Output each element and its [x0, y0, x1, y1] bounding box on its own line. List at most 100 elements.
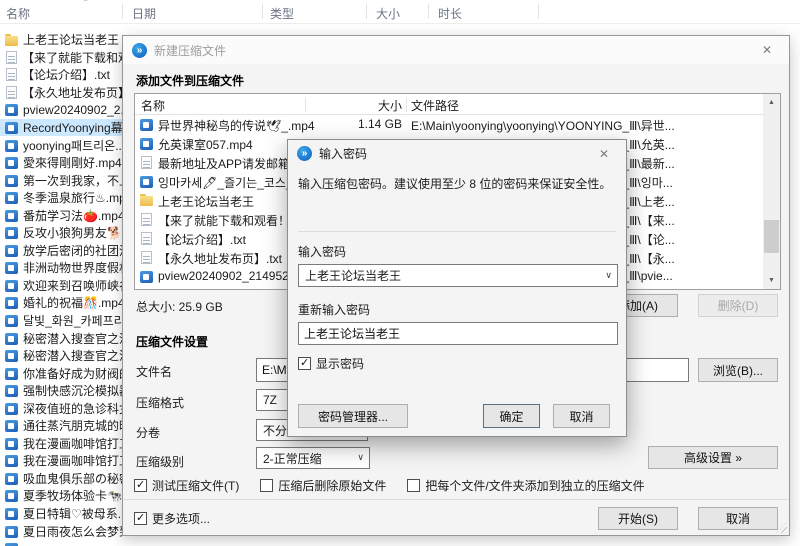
column-header-size[interactable]: 大小: [376, 5, 400, 22]
password-dialog-titlebar[interactable]: 输入密码: [288, 140, 626, 167]
sidebar-file-item[interactable]: 上老王论坛当老王: [0, 31, 122, 49]
scroll-down-icon[interactable]: [763, 272, 780, 289]
sidebar-file-item[interactable]: 我在漫画咖啡馆打工...: [0, 452, 122, 470]
sidebar-file-item[interactable]: [0, 540, 122, 546]
list-column-path[interactable]: 文件路径: [411, 97, 459, 114]
sidebar-file-item[interactable]: 愛來得剛剛好.mp4: [0, 154, 122, 172]
delete-button[interactable]: 删除(D): [698, 294, 778, 317]
file-name-label: 欢迎来到召唤师峡谷...: [23, 278, 122, 293]
file-type-icon: [6, 68, 17, 82]
file-type-icon: [5, 472, 18, 485]
scrollbar-thumb[interactable]: [764, 220, 779, 253]
sidebar-file-item[interactable]: 第一次到我家，不上...: [0, 171, 122, 189]
file-type-icon: [140, 194, 153, 206]
sidebar-file-item[interactable]: 反攻小狼狗男友🐕....: [0, 224, 122, 242]
column-header-name[interactable]: 名称: [6, 5, 30, 22]
file-type-icon: [141, 232, 152, 245]
option-checkbox-item[interactable]: 把每个文件/文件夹添加到独立的压缩文件: [407, 477, 645, 494]
format-value: 7Z: [263, 393, 278, 407]
sidebar-file-item[interactable]: 【来了就能下载和观...: [0, 49, 122, 67]
sidebar-file-item[interactable]: 通往蒸汽朋克城的晚...: [0, 417, 122, 435]
column-divider[interactable]: [305, 97, 306, 112]
divider: [298, 231, 616, 232]
option-checkbox-item[interactable]: 测试压缩文件(T): [134, 477, 239, 494]
checkbox-icon[interactable]: [134, 511, 147, 525]
checkbox-icon[interactable]: [260, 479, 274, 492]
more-options-checkbox[interactable]: 更多选项...: [134, 510, 210, 527]
sidebar-file-item[interactable]: pview20240902_2...: [0, 101, 122, 119]
sidebar-file-item[interactable]: 你准备好成为财阀的...: [0, 364, 122, 382]
browse-button[interactable]: 浏览(B)...: [698, 358, 778, 382]
advanced-settings-button[interactable]: 高级设置 »: [648, 446, 778, 469]
close-icon[interactable]: [591, 147, 617, 161]
file-name-label: 非洲动物世界度假村...: [23, 261, 122, 276]
cancel-button[interactable]: 取消: [553, 404, 610, 428]
archive-options-row: 测试压缩文件(T) 压缩后删除原始文件 把每个文件/文件夹添加到独立的压缩文件: [134, 477, 645, 494]
file-type-icon: [5, 279, 18, 292]
cancel-button[interactable]: 取消: [698, 507, 778, 530]
sidebar-file-item[interactable]: 冬季温泉旅行♨.mp4: [0, 189, 122, 207]
compression-level-select[interactable]: 2-正常压缩: [256, 447, 370, 469]
file-type-icon: [5, 508, 18, 521]
file-name-label: 秘密潜入搜查官之泡...: [23, 349, 122, 364]
sidebar-file-item[interactable]: 夏日雨夜怎么会梦到...: [0, 522, 122, 540]
checkbox-icon[interactable]: [298, 356, 311, 370]
close-icon[interactable]: [754, 43, 780, 57]
file-type-icon: [6, 85, 17, 99]
list-column-size[interactable]: 大小: [310, 97, 402, 114]
column-divider[interactable]: [122, 4, 123, 19]
password-manager-button[interactable]: 密码管理器...: [298, 404, 408, 428]
checkbox-icon[interactable]: [134, 478, 147, 492]
column-header-type[interactable]: 类型: [270, 5, 294, 22]
file-name-label: 秘密潜入搜查官之泡...: [23, 331, 122, 346]
file-type-icon: [5, 437, 18, 450]
file-type-icon: [5, 402, 18, 415]
password-dialog-title: 输入密码: [319, 147, 368, 161]
file-size: 1.14 GB: [357, 117, 402, 131]
column-divider[interactable]: [366, 4, 367, 19]
scroll-up-icon[interactable]: [763, 94, 780, 111]
column-header-duration[interactable]: 时长: [438, 5, 462, 22]
column-divider[interactable]: [406, 97, 407, 112]
password-input[interactable]: 上老王论坛当老王: [298, 264, 618, 287]
archive-list-header: 名称 大小 文件路径: [135, 94, 763, 115]
sidebar-file-item[interactable]: 【永久地址发布页】...: [0, 84, 122, 102]
file-type-icon: [5, 350, 18, 363]
sidebar-file-item[interactable]: 婚礼的祝福🎊.mp4: [0, 294, 122, 312]
file-type-icon: [5, 139, 18, 152]
sidebar-file-item[interactable]: 吸血鬼俱乐部の秘密...: [0, 470, 122, 488]
sidebar-file-item[interactable]: 夏季牧场体验卡🐄....: [0, 487, 122, 505]
sidebar-file-item[interactable]: 【论坛介绍】.txt: [0, 66, 122, 84]
list-column-name[interactable]: 名称: [141, 97, 165, 114]
confirm-password-input[interactable]: [298, 322, 618, 345]
column-header-date[interactable]: 日期: [132, 5, 156, 22]
option-checkbox-item[interactable]: 压缩后删除原始文件: [260, 477, 386, 494]
column-divider[interactable]: [428, 4, 429, 19]
sidebar-file-item[interactable]: RecordYoonying幕...: [0, 118, 122, 137]
list-scrollbar[interactable]: [763, 94, 780, 289]
archive-file-row[interactable]: 异世界神秘鸟的传说🕊_.mp4 1.14 GB E:\Main\yoonying…: [135, 115, 763, 134]
archive-dialog-titlebar[interactable]: 新建压缩文件: [123, 36, 789, 64]
ok-button[interactable]: 确定: [483, 404, 540, 428]
sidebar-file-item[interactable]: 달빛_화원_카페프리...: [0, 312, 122, 330]
column-divider[interactable]: [538, 4, 539, 19]
sidebar-file-item[interactable]: 夏日特辑♡被母系...: [0, 505, 122, 523]
file-type-icon: [5, 455, 18, 468]
file-type-icon: [140, 138, 153, 150]
show-password-checkbox[interactable]: 显示密码: [298, 355, 364, 372]
start-button[interactable]: 开始(S): [598, 507, 678, 530]
column-divider[interactable]: [262, 4, 263, 19]
sidebar-file-item[interactable]: yoonying패트리온....: [0, 136, 122, 154]
sidebar-file-item[interactable]: 欢迎来到召唤师峡谷...: [0, 277, 122, 295]
sidebar-file-item[interactable]: 秘密潜入搜查官之泡...: [0, 329, 122, 347]
sidebar-file-item[interactable]: 深夜值班的急诊科女...: [0, 399, 122, 417]
sidebar-file-item[interactable]: 我在漫画咖啡馆打工...: [0, 435, 122, 453]
sidebar-file-item[interactable]: 放学后密闭的社团活...: [0, 242, 122, 260]
password-description: 输入压缩包密码。建议使用至少 8 位的密码来保证安全性。: [298, 177, 612, 191]
sidebar-file-item[interactable]: 秘密潜入搜查官之泡...: [0, 347, 122, 365]
checkbox-icon[interactable]: [407, 479, 421, 492]
sidebar-file-item[interactable]: 番茄学习法🍅.mp4: [0, 206, 122, 224]
sidebar-file-item[interactable]: 强制快感沉沦模拟器...: [0, 382, 122, 400]
format-label: 压缩格式: [136, 396, 185, 410]
sidebar-file-item[interactable]: 非洲动物世界度假村...: [0, 259, 122, 277]
